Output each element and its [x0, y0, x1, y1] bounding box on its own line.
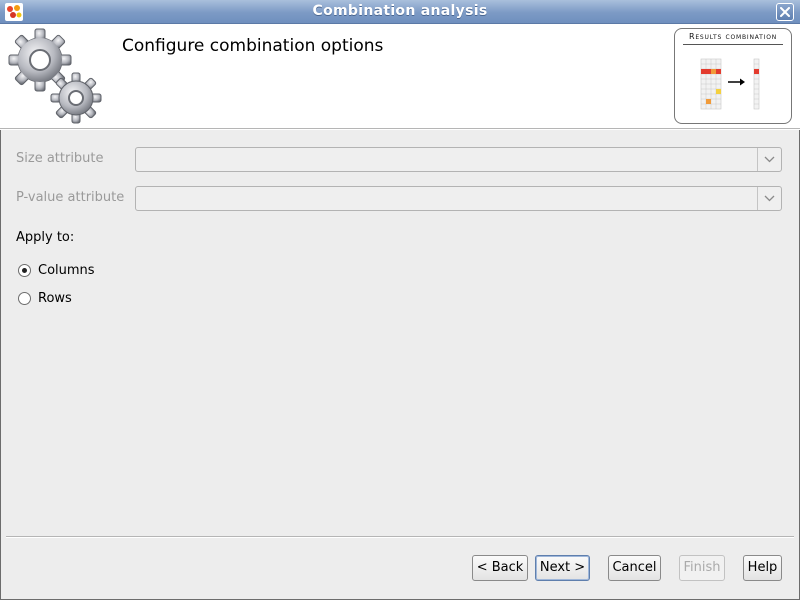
- thumbnail-divider: [683, 44, 783, 45]
- wizard-header: Configure combination options Results co…: [0, 24, 800, 128]
- finish-button[interactable]: Finish: [679, 555, 725, 581]
- next-button[interactable]: Next >: [535, 555, 590, 581]
- columns-radio[interactable]: [18, 263, 31, 277]
- help-button[interactable]: Help: [743, 555, 782, 581]
- window-title: Combination analysis: [312, 3, 488, 19]
- size-attribute-select[interactable]: [135, 147, 782, 172]
- rows-radio-label: Rows: [38, 290, 72, 306]
- results-combination-thumbnail: Results combination: [674, 28, 792, 124]
- title-bar[interactable]: Combination analysis: [0, 0, 800, 24]
- size-attribute-dropdown-button[interactable]: [757, 148, 781, 171]
- apply-to-columns-option[interactable]: Columns: [18, 261, 95, 279]
- pvalue-attribute-dropdown-button[interactable]: [757, 187, 781, 210]
- close-icon: [780, 7, 790, 17]
- close-button[interactable]: [776, 3, 794, 21]
- page-title: Configure combination options: [122, 36, 384, 56]
- gears-icon: [8, 28, 102, 124]
- footer-separator: [6, 536, 794, 538]
- columns-radio-label: Columns: [38, 262, 95, 278]
- header-separator: [0, 128, 800, 130]
- apply-to-label: Apply to:: [16, 230, 75, 245]
- chevron-down-icon: [764, 195, 775, 202]
- pvalue-attribute-label: P-value attribute: [16, 190, 125, 205]
- cancel-button[interactable]: Cancel: [608, 555, 661, 581]
- back-button[interactable]: < Back: [472, 555, 528, 581]
- size-attribute-label: Size attribute: [16, 151, 104, 166]
- apply-to-rows-option[interactable]: Rows: [18, 289, 72, 307]
- chevron-down-icon: [764, 156, 775, 163]
- rows-radio[interactable]: [18, 291, 31, 305]
- thumbnail-label: Results combination: [688, 32, 778, 41]
- results-combination-diagram: [700, 58, 760, 110]
- pvalue-attribute-select[interactable]: [135, 186, 782, 211]
